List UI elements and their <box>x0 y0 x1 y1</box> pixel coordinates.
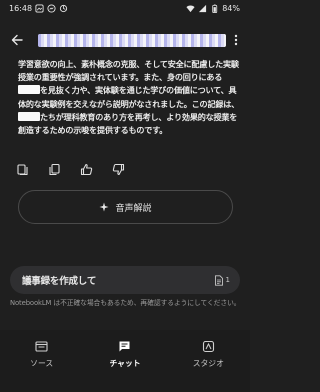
chat-icon <box>119 341 130 352</box>
nav-chat-label: チャット <box>109 359 141 368</box>
audio-overview-label: 音声解説 <box>115 203 152 214</box>
status-left: 16:48 <box>9 4 68 13</box>
nav-studio[interactable]: スタジオ <box>167 330 250 392</box>
save-to-note-button[interactable] <box>16 163 29 176</box>
battery-icon <box>210 4 219 13</box>
document-icon <box>214 274 223 286</box>
source-count: 1 <box>225 276 230 284</box>
wifi-icon <box>186 4 195 13</box>
answer-part-2: 身の回りにある <box>166 72 223 83</box>
studio-icon <box>202 340 214 353</box>
chat-input-text: 議事録を作成して <box>22 276 97 287</box>
sync-notification-icon <box>59 4 68 13</box>
save-to-note-icon <box>17 164 28 176</box>
thumbs-down-icon <box>112 163 125 176</box>
signal-icon <box>198 4 207 13</box>
more-vert-icon <box>234 34 238 46</box>
battery-percent: 84% <box>222 3 240 13</box>
back-button[interactable] <box>2 22 32 58</box>
photos-notification-icon <box>35 3 44 13</box>
app-bar <box>0 22 250 58</box>
redacted-text <box>18 111 40 121</box>
audio-overview-button[interactable]: 音声解説 <box>18 190 233 224</box>
answer-actions <box>16 163 125 176</box>
status-time: 16:48 <box>9 3 33 13</box>
copy-icon <box>49 163 60 176</box>
bottom-navigation: ソース チャット スタジオ <box>0 330 250 392</box>
status-bar: 16:48 84% <box>0 0 250 16</box>
source-count-indicator[interactable]: 1 <box>214 274 230 286</box>
disclaimer-text: NotebookLM は不正確な場合もあるため、再確認するようにしてください。 <box>10 299 241 307</box>
thumbs-down-button[interactable] <box>112 163 125 176</box>
answer-part-3: を見抜く力や、実体験を通じた学びの価値について、具体的な実験例を交えながら説明が… <box>18 85 240 109</box>
copy-button[interactable] <box>48 163 61 176</box>
messenger-notification-icon <box>47 3 56 13</box>
status-right: 84% <box>186 4 240 13</box>
thumbs-up-button[interactable] <box>80 163 93 176</box>
chat-input[interactable]: 議事録を作成して 1 <box>10 266 240 294</box>
more-options-button[interactable] <box>226 22 246 58</box>
thumbs-up-icon <box>80 163 93 176</box>
sparkle-icon <box>99 202 109 212</box>
arrow-back-icon <box>11 34 23 46</box>
nav-studio-label: スタジオ <box>192 359 224 368</box>
sources-icon <box>35 341 48 352</box>
answer-part-4: たちが理科教育のあり方を再考し、より効果的な授業を創造するための示唆を提供するも… <box>18 111 238 136</box>
nav-sources-label: ソース <box>30 359 54 368</box>
nav-sources[interactable]: ソース <box>0 330 83 392</box>
notebook-title-redacted <box>38 33 226 47</box>
redacted-text <box>18 85 40 95</box>
chat-answer-text: 学習意欲の向上、素朴概念の克服、そして安全に配慮した実験授業の重要性が強調されて… <box>18 58 243 137</box>
nav-chat[interactable]: チャット <box>83 330 166 392</box>
